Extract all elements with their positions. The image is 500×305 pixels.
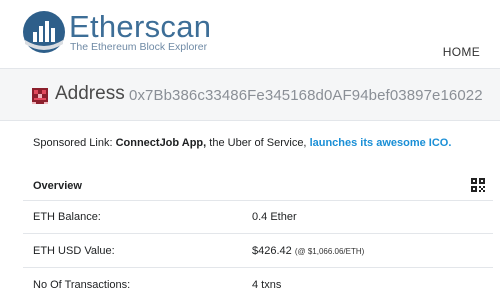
usd-value: $426.42 (@ $1,066.06/ETH) (252, 246, 364, 257)
overview-title: Overview (33, 180, 82, 192)
row-divider (23, 233, 493, 234)
usd-value-label: ETH USD Value: (33, 245, 115, 257)
brand-name[interactable]: Etherscan (69, 11, 211, 42)
qr-code-icon[interactable] (471, 178, 485, 192)
tx-count-label: No Of Transactions: (33, 279, 131, 291)
usd-amount: $426.42 (252, 245, 292, 257)
balance-label: ETH Balance: (33, 211, 101, 223)
address-hash[interactable]: 0x7Bb386c33486Fe345168d0AF94bef03897e160… (129, 88, 483, 103)
sponsored-name: ConnectJob App, (115, 137, 207, 149)
sponsored-middle: the Uber of Service, (209, 137, 307, 149)
nav-home-link[interactable]: HOME (443, 45, 480, 59)
sponsored-link: Sponsored Link: ConnectJob App, the Uber… (33, 138, 451, 149)
site-header: Etherscan The Ethereum Block Explorer HO… (0, 0, 500, 70)
etherscan-logo-icon[interactable] (22, 10, 66, 54)
tx-count-value: 4 txns (252, 279, 282, 291)
brand-tagline: The Ethereum Block Explorer (70, 41, 208, 53)
usd-rate-note: (@ $1,066.06/ETH) (294, 247, 365, 256)
sponsored-prefix: Sponsored Link: (33, 137, 113, 149)
page-title: Address (55, 83, 125, 104)
row-divider (23, 200, 493, 201)
address-identicon-icon (32, 88, 48, 104)
row-divider (23, 267, 493, 268)
sponsored-cta-link[interactable]: launches its awesome ICO. (310, 137, 452, 149)
balance-value: 0.4 Ether (252, 211, 297, 223)
